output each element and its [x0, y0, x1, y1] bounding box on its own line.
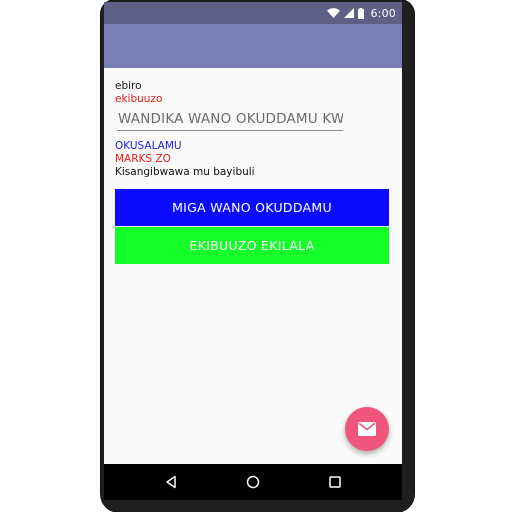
home-button[interactable] [238, 467, 268, 497]
result-label: OKUSALAMU [115, 140, 182, 152]
question-text: ebiro [115, 80, 142, 92]
question-label: ekibuuzo [115, 93, 163, 105]
signal-icon [344, 8, 355, 18]
wifi-icon [327, 8, 341, 18]
answer-input[interactable] [117, 109, 343, 131]
navigation-bar [104, 464, 402, 500]
marks-label: MARKS ZO [115, 153, 171, 165]
email-icon [358, 422, 376, 436]
home-icon [246, 475, 260, 489]
email-fab-button[interactable] [345, 407, 389, 451]
next-question-button[interactable]: EKIBUUZO EKILALA [115, 227, 389, 264]
recents-icon [328, 475, 342, 489]
info-text: Kisangibwawa mu bayibuli [115, 166, 255, 178]
back-icon [164, 475, 178, 489]
status-icons [327, 7, 365, 19]
submit-answer-button[interactable]: MIGA WANO OKUDDAMU [115, 189, 389, 226]
status-time: 6:00 [370, 6, 396, 20]
app-bar [104, 24, 402, 68]
back-button[interactable] [156, 467, 186, 497]
recents-button[interactable] [320, 467, 350, 497]
page: 6:00 ebiro ekibuuzo OKUSALAMU MARKS ZO K… [0, 0, 512, 512]
main-content: ebiro ekibuuzo OKUSALAMU MARKS ZO Kisang… [104, 68, 402, 464]
phone-screen: 6:00 ebiro ekibuuzo OKUSALAMU MARKS ZO K… [104, 2, 402, 500]
status-bar: 6:00 [104, 2, 402, 24]
battery-icon [358, 7, 365, 19]
